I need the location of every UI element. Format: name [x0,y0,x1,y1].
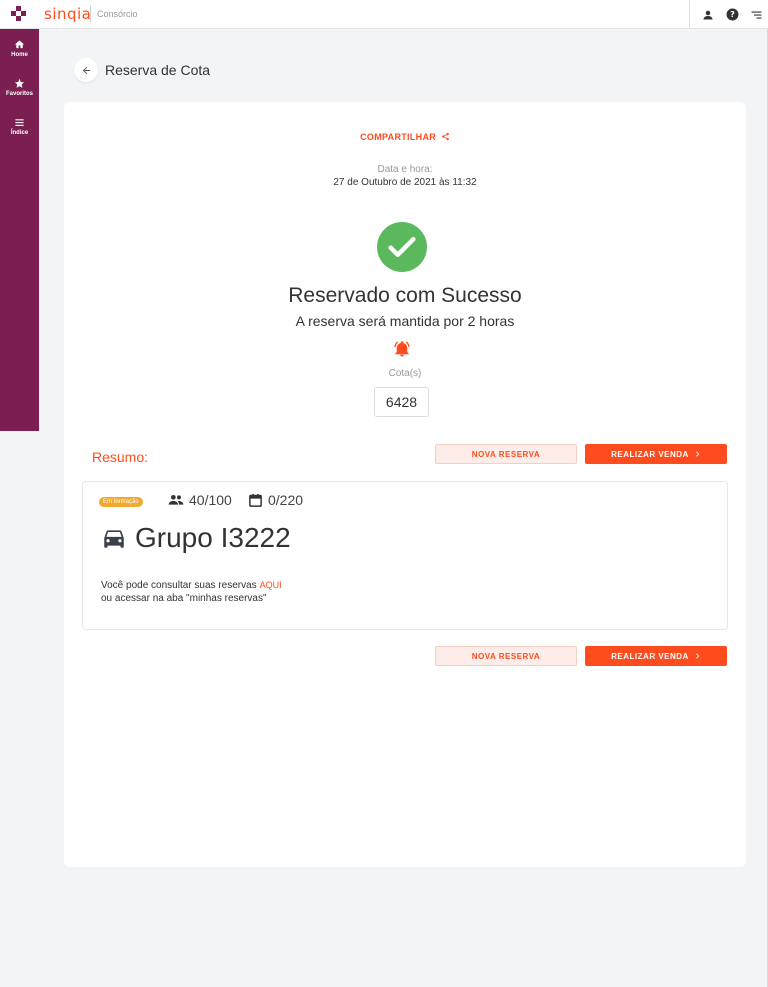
nova-reserva-label: NOVA RESERVA [471,651,541,661]
top-bar: sinqia Consórcio ? [0,0,768,29]
sidebar: Home Favoritos Índice [0,29,39,431]
term-stat: 0/220 [248,492,303,508]
nova-reserva-label: NOVA RESERVA [471,449,541,459]
sidebar-item-indice[interactable]: Índice [0,107,39,146]
menu-lines-icon[interactable] [744,3,768,27]
group-name: Grupo I3222 [135,522,291,553]
sidebar-item-label: Favoritos [5,91,33,97]
svg-text:?: ? [730,9,735,19]
people-icon [168,495,184,505]
user-icon[interactable] [696,3,720,27]
info-line-2: ou acessar na aba "minhas reservas" [101,593,267,604]
nova-reserva-button-bottom[interactable]: NOVA RESERVA [435,646,577,666]
nova-reserva-button[interactable]: NOVA RESERVA [435,444,577,464]
status-badge: Em formação [99,497,143,507]
sidebar-item-favoritos[interactable]: Favoritos [0,68,39,107]
sidebar-item-home[interactable]: Home [0,29,39,68]
datetime-value: 27 de Outubro de 2021 às 11:32 [333,177,477,188]
alarm-bell-icon [393,339,411,359]
cota-value: 6428 [374,387,429,417]
list-icon [15,119,24,126]
datetime-label: Data e hora: [377,164,433,175]
home-icon [14,40,25,49]
sidebar-item-label: Índice [10,130,29,136]
app-name: Consórcio [97,9,138,19]
success-title: Reservado com Sucesso [288,284,522,307]
summary-title: Resumo: [92,449,149,465]
members-value: 40/100 [189,492,232,508]
top-actions: ? [689,0,768,29]
calendar-icon [249,493,262,507]
car-icon [104,530,124,548]
group-summary-card: Em formação 40/100 0/220 Grupo I3222 Voc… [82,481,728,630]
brand-name: sinqia [44,5,92,23]
back-button[interactable] [74,58,98,82]
group-heading: Grupo I3222 [101,522,291,554]
aqui-link[interactable]: AQUI [260,580,282,590]
chevron-right-icon [695,451,700,457]
sinqia-logo-icon [11,6,27,22]
chevron-right-icon [695,653,700,659]
reservation-card: COMPARTILHAR Data e hora: 27 de Outubro … [64,102,746,867]
share-label: COMPARTILHAR [360,132,437,142]
share-button[interactable]: COMPARTILHAR [64,132,746,142]
page-title: Reserva de Cota [105,62,211,78]
share-icon [442,132,449,141]
realizar-venda-label: REALIZAR VENDA [611,651,689,661]
cota-label: Cota(s) [388,368,422,379]
info-line-1: Você pode consultar suas reservas AQUI [101,580,282,591]
success-check-icon [377,222,427,272]
star-icon [14,78,25,88]
help-icon[interactable]: ? [720,3,744,27]
realizar-venda-label: REALIZAR VENDA [611,449,689,459]
logo-divider [90,6,91,22]
members-stat: 40/100 [168,492,232,508]
info-text: Você pode consultar suas reservas [101,580,257,591]
term-value: 0/220 [268,492,304,508]
sidebar-item-label: Home [11,52,28,58]
arrow-left-icon [82,66,90,74]
success-subtitle: A reserva será mantida por 2 horas [295,313,515,329]
realizar-venda-button[interactable]: REALIZAR VENDA [585,444,727,464]
realizar-venda-button-bottom[interactable]: REALIZAR VENDA [585,646,727,666]
